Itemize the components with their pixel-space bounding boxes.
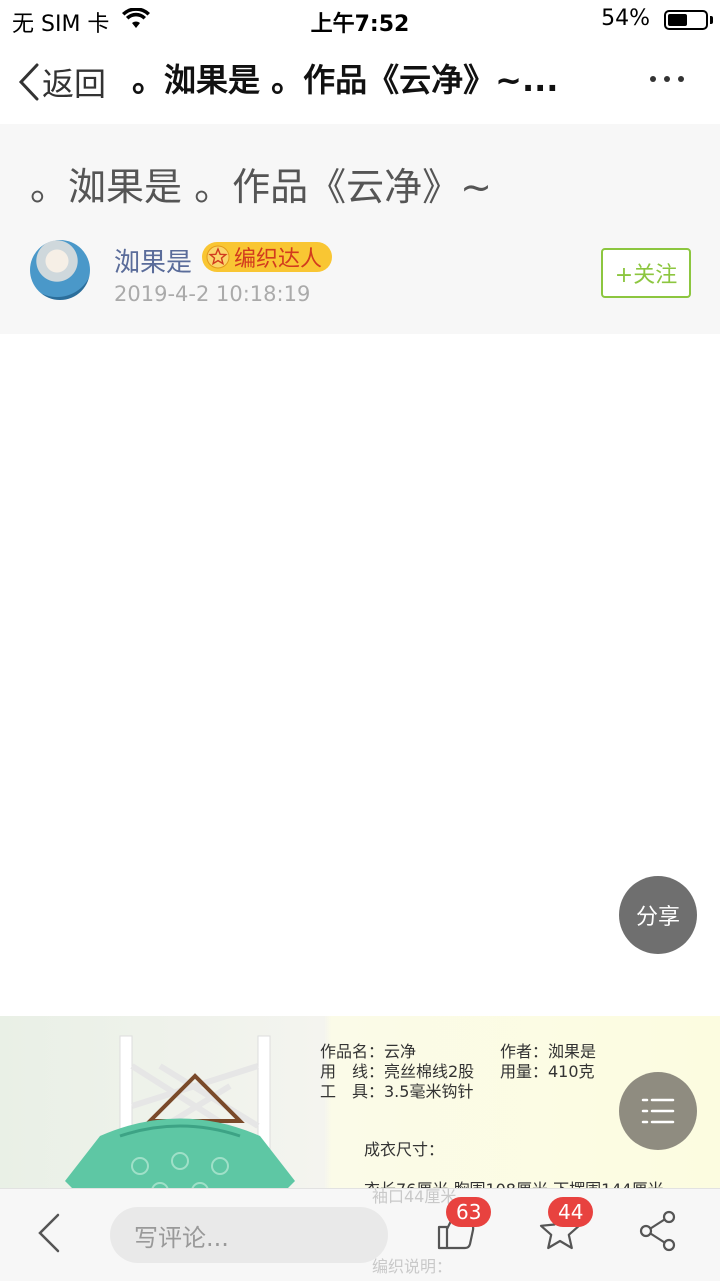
user-badge: 编织达人 <box>202 242 333 272</box>
spec-line-3-left: 工 具：3.5毫米钩针 <box>320 1082 474 1101</box>
nav-bar: 返回 。洳果是 。作品《云净》~... <box>0 40 720 124</box>
share-icon <box>639 1210 676 1252</box>
badge-label: 编织达人 <box>234 247 323 272</box>
article-image: 作品名：云净 作者：洳果是 用 线：亮丝棉线2股 用量：410克 工 具：3.5… <box>0 1016 720 1188</box>
follow-button[interactable]: +关注 <box>601 248 691 298</box>
status-bar: 无 SIM 卡 上午7:52 54% <box>0 0 720 40</box>
share-float-button[interactable]: 分享 <box>619 876 697 954</box>
nav-title: 。洳果是 。作品《云净》~... <box>132 61 559 99</box>
back-button[interactable]: 返回 <box>18 60 106 104</box>
back-label: 返回 <box>42 65 107 103</box>
battery-icon <box>664 10 708 30</box>
share-button[interactable] <box>638 1209 678 1257</box>
list-icon <box>641 1098 675 1124</box>
post-title: 。洳果是 。作品《云净》~ <box>30 165 492 209</box>
post-header: 。洳果是 。作品《云净》~ 洳果是 编织达人 2019-4-2 10:18:19… <box>0 124 720 334</box>
back-arrow-icon[interactable] <box>34 1211 64 1255</box>
spec-note: 编织说明： <box>372 1257 453 1276</box>
post-date: 2019-4-2 10:18:19 <box>114 282 311 306</box>
toc-float-button[interactable] <box>619 1072 697 1150</box>
chevron-left-icon <box>18 63 39 101</box>
battery-percent: 54% <box>601 6 650 31</box>
spec-section: 成衣尺寸： <box>364 1140 445 1159</box>
bottom-bar: 袖口44厘米 编织说明： 写评论... 63 44 <box>0 1187 720 1281</box>
battery-cap <box>710 16 713 24</box>
avatar[interactable] <box>30 240 90 300</box>
knitted-top-photo <box>65 1118 295 1188</box>
fav-count: 44 <box>548 1197 594 1227</box>
author-name[interactable]: 洳果是 <box>114 242 192 279</box>
spec-size-line-2: 袖口44厘米 <box>372 1187 457 1206</box>
like-button[interactable]: 63 <box>436 1197 492 1255</box>
star-badge-icon <box>206 245 230 269</box>
spec-line-2-right: 用量：410克 <box>500 1062 595 1081</box>
comment-input[interactable]: 写评论... <box>110 1207 388 1263</box>
favorite-button[interactable]: 44 <box>538 1197 594 1255</box>
more-dots-icon[interactable] <box>650 76 684 82</box>
like-count: 63 <box>446 1197 492 1227</box>
